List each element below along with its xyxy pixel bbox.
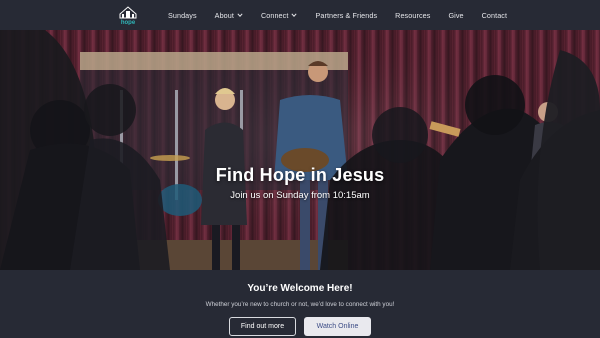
hero-title: Find Hope in Jesus [215, 165, 385, 185]
nav-item-about[interactable]: About [215, 11, 243, 20]
church-logo[interactable]: hope [117, 5, 139, 26]
nav-item-sundays[interactable]: Sundays [168, 11, 197, 20]
nav-item-label: Connect [260, 10, 289, 20]
find-out-more-button[interactable]: Find out more [229, 317, 296, 336]
logo-text: hope [121, 20, 136, 25]
welcome-heading: You’re Welcome Here! [247, 283, 353, 294]
nav-item-resources[interactable]: Resources [395, 11, 430, 20]
chevron-down-icon [237, 13, 243, 17]
nav-item-label: Give [448, 10, 464, 20]
nav-item-give[interactable]: Give [448, 11, 463, 20]
nav-item-label: About [214, 10, 234, 20]
top-navigation: hope Sundays About Connect Partners & Fr… [0, 0, 600, 30]
nav-item-contact[interactable]: Contact [482, 11, 507, 20]
nav-item-label: Contact [481, 10, 508, 20]
welcome-section: You’re Welcome Here! Whether you’re new … [0, 270, 600, 338]
logo-icon: hope [119, 6, 137, 26]
nav-item-partners-friends[interactable]: Partners & Friends [315, 11, 377, 20]
watch-online-button[interactable]: Watch Online [304, 317, 371, 336]
worship-band-photo [0, 30, 600, 270]
nav-links: Sundays About Connect Partners & Friends… [168, 0, 525, 30]
chevron-down-icon [291, 13, 298, 17]
nav-item-connect[interactable]: Connect [260, 10, 298, 20]
welcome-text: Whether you’re new to church or not, we’… [205, 301, 395, 308]
nav-item-label: Sundays [168, 10, 197, 20]
nav-item-label: Partners & Friends [315, 10, 378, 20]
hero-banner: Find Hope in Jesus Join us on Sunday fro… [0, 30, 600, 270]
nav-item-label: Resources [395, 10, 431, 20]
hero-subtitle: Join us on Sunday from 10:15am [230, 190, 370, 201]
